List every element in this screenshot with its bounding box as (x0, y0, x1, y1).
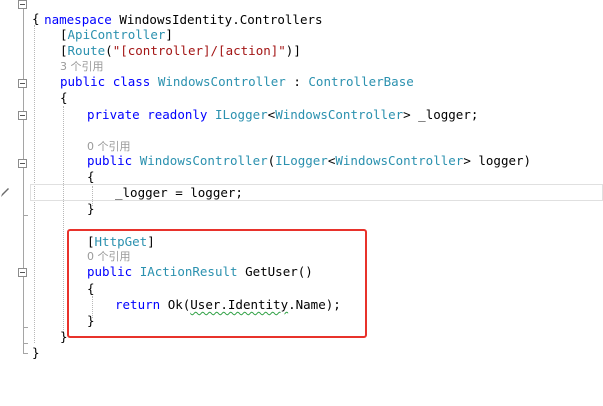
assignment-statement: _logger = logger; (115, 185, 243, 200)
keyword-class: class (112, 74, 151, 89)
keyword-public: public (60, 74, 106, 89)
code-line-open-brace[interactable]: { (32, 11, 40, 27)
constructor-name: WindowsController (139, 153, 268, 168)
collapse-field-icon[interactable] (18, 111, 27, 120)
outline-end-constructor (23, 215, 28, 216)
type-ilogger: ILogger (275, 153, 328, 168)
generic-argument: WindowsController (335, 153, 464, 168)
brace: } (32, 345, 40, 360)
colon: : (293, 74, 301, 89)
pencil-icon[interactable] (0, 186, 10, 198)
bracket: [ (60, 43, 68, 58)
code-line-ctor-close-brace[interactable]: } (87, 201, 95, 217)
collapse-method-icon[interactable] (18, 268, 27, 277)
keyword-namespace: namespace (44, 12, 112, 27)
brace: { (87, 169, 95, 184)
code-line-namespace-close-brace[interactable]: } (32, 345, 40, 361)
code-line-apicontroller-attr[interactable]: [ApiController] (60, 27, 173, 43)
namespace-name: WindowsIdentity.Controllers (119, 12, 323, 27)
outline-end-method (23, 327, 28, 328)
class-name: WindowsController (157, 74, 286, 89)
attribute-route: Route (67, 43, 106, 58)
bracket: ] (165, 27, 173, 42)
reference-count[interactable]: 3 个引用 (60, 60, 104, 73)
code-line-route-attr[interactable]: [Route("[controller]/[action]")] (60, 43, 301, 59)
brace: { (32, 11, 40, 26)
code-line-logger-field[interactable]: private readonly ILogger<WindowsControll… (87, 107, 478, 123)
annotation-highlight-box (67, 229, 367, 338)
code-line-namespace[interactable]: namespace WindowsIdentity.Controllers (29, 0, 322, 27)
outline-end-namespace (23, 353, 28, 354)
outline-line-namespace (23, 9, 24, 354)
indent-guide (63, 106, 64, 336)
collapse-namespace-icon[interactable] (18, 0, 27, 9)
brace: } (87, 201, 95, 216)
keyword-private: private (87, 107, 140, 122)
code-line-class-open-brace[interactable]: { (60, 90, 68, 106)
code-line-ctor-open-brace[interactable]: { (87, 169, 95, 185)
keyword-public: public (87, 153, 133, 168)
parameter-name: > logger) (463, 153, 532, 168)
keyword-readonly: readonly (147, 107, 208, 122)
code-line-class-decl[interactable]: public class WindowsController : Control… (60, 74, 414, 90)
route-template-string: "[controller]/[action]" (112, 43, 286, 58)
bracket: )] (285, 43, 301, 58)
codelens-class-refs[interactable]: 3 个引用 (60, 58, 104, 74)
reference-count[interactable]: 0 个引用 (87, 140, 131, 153)
base-class-name: ControllerBase (308, 74, 414, 89)
bracket: [ (60, 27, 68, 42)
generic-argument: WindowsController (275, 107, 404, 122)
outline-end-class (23, 343, 28, 344)
paren: ( (105, 43, 113, 58)
code-line-assign[interactable]: _logger = logger; (115, 185, 243, 201)
collapse-constructor-icon[interactable] (18, 159, 27, 168)
attribute-apicontroller: ApiController (67, 27, 166, 42)
type-ilogger: ILogger (214, 107, 268, 122)
field-name: > _logger; (403, 107, 479, 122)
brace: { (60, 90, 68, 105)
code-line-ctor-decl[interactable]: public WindowsController(ILogger<Windows… (87, 153, 531, 169)
codelens-ctor-refs[interactable]: 0 个引用 (87, 138, 131, 154)
collapse-class-icon[interactable] (18, 79, 27, 88)
